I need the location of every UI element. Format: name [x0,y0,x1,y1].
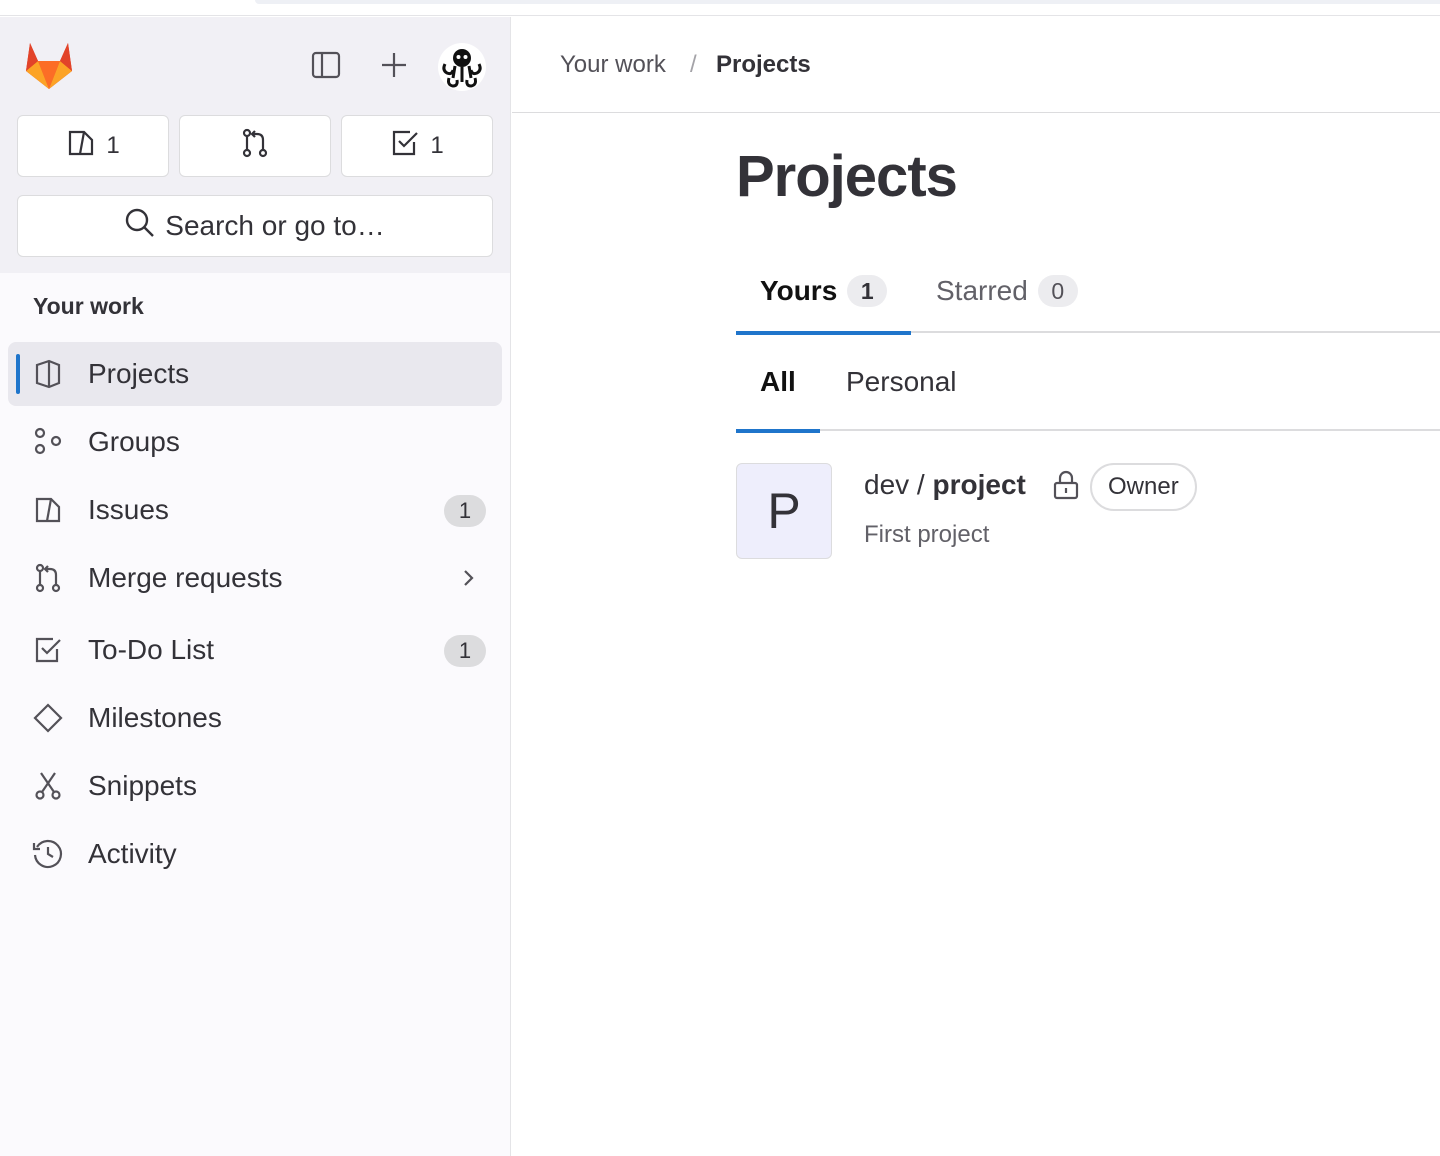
sidebar-item-label: Issues [88,494,169,525]
history-icon [32,838,64,870]
project-name-link[interactable]: dev / project [864,469,1026,501]
user-avatar[interactable] [438,43,486,91]
project-name: project [932,469,1026,500]
sidebar-item-label: Activity [88,838,177,869]
sidebar-item-milestones[interactable]: Milestones [8,686,502,750]
count-badge: 1 [444,495,486,527]
merge-request-icon [32,562,64,594]
main-content: Your work / Projects Projects Yours 1 St… [512,17,1440,1156]
project-icon [32,358,64,390]
chevron-right-icon[interactable] [454,564,482,592]
tab-personal[interactable]: Personal [846,333,957,431]
sidebar-item-todo-list[interactable]: To-Do List 1 [8,618,502,682]
lock-icon [1050,469,1082,501]
sidebar-item-projects[interactable]: Projects [8,342,502,406]
tab-count-badge: 1 [847,275,888,307]
issues-icon [66,128,96,165]
search-icon [125,208,155,245]
sidebar-item-activity[interactable]: Activity [8,822,502,886]
sidebar-section-title: Your work [33,293,144,319]
sidebar-item-groups[interactable]: Groups [8,410,502,474]
issues-icon [32,494,64,526]
sidebar-item-label: Groups [88,426,180,457]
snippet-icon [32,770,64,802]
page-title: Projects [736,144,958,209]
todo-count-button[interactable]: 1 [341,115,493,177]
milestone-icon [32,702,64,734]
role-badge: Owner [1090,463,1197,511]
sidebar-item-label: Snippets [88,770,197,801]
gitlab-tanuki-icon[interactable] [22,39,76,91]
sidebar-item-label: Merge requests [88,562,283,593]
browser-top-strip [0,0,1440,16]
tab-count-badge: 0 [1037,275,1078,307]
projects-filter-tabs: All Personal [736,333,1440,433]
search-input[interactable]: Search or go to… [17,195,493,257]
breadcrumb-separator: / [690,51,697,78]
issues-count-button[interactable]: 1 [17,115,169,177]
group-icon [32,426,64,458]
tab-starred[interactable]: Starred 0 [936,249,1078,333]
projects-tabs: Yours 1 Starred 0 [736,249,1440,335]
sidebar-item-snippets[interactable]: Snippets [8,754,502,818]
sidebar-header: 1 1 Search or go to… [0,17,510,273]
sidebar-toggle-icon[interactable] [308,47,344,83]
sidebar-item-label: Projects [88,358,190,389]
sidebar-item-issues[interactable]: Issues 1 [8,478,502,542]
merge-requests-count-button[interactable] [179,115,331,177]
project-description: First project [864,521,990,548]
tab-label: Starred [936,275,1028,306]
sidebar-item-merge-requests[interactable]: Merge requests [8,546,502,610]
tab-label: All [760,366,796,397]
tab-all[interactable]: All [736,333,820,433]
tab-label: Personal [846,366,957,397]
project-namespace: dev / [864,469,933,500]
todo-count: 1 [430,132,444,159]
sidebar-item-label: Milestones [88,702,222,733]
browser-address-bar-edge [255,0,1440,4]
project-row: P dev / project Owner First project [736,463,1440,563]
breadcrumb-your-work[interactable]: Your work [560,51,666,79]
search-placeholder: Search or go to… [165,210,385,241]
plus-icon[interactable] [376,47,412,83]
issues-count: 1 [106,132,120,159]
merge-request-icon [240,128,270,165]
tab-label: Yours [760,275,838,306]
sidebar-item-label: To-Do List [88,634,215,665]
todo-icon [390,128,420,165]
breadcrumb-projects[interactable]: Projects [716,51,811,79]
count-badge: 1 [444,635,486,667]
breadcrumb: Your work / Projects [512,17,1440,113]
todo-icon [32,634,64,666]
sidebar: 1 1 Search or go to… Your work Projects [0,17,511,1156]
tab-yours[interactable]: Yours 1 [736,249,912,335]
project-avatar[interactable]: P [736,463,832,559]
